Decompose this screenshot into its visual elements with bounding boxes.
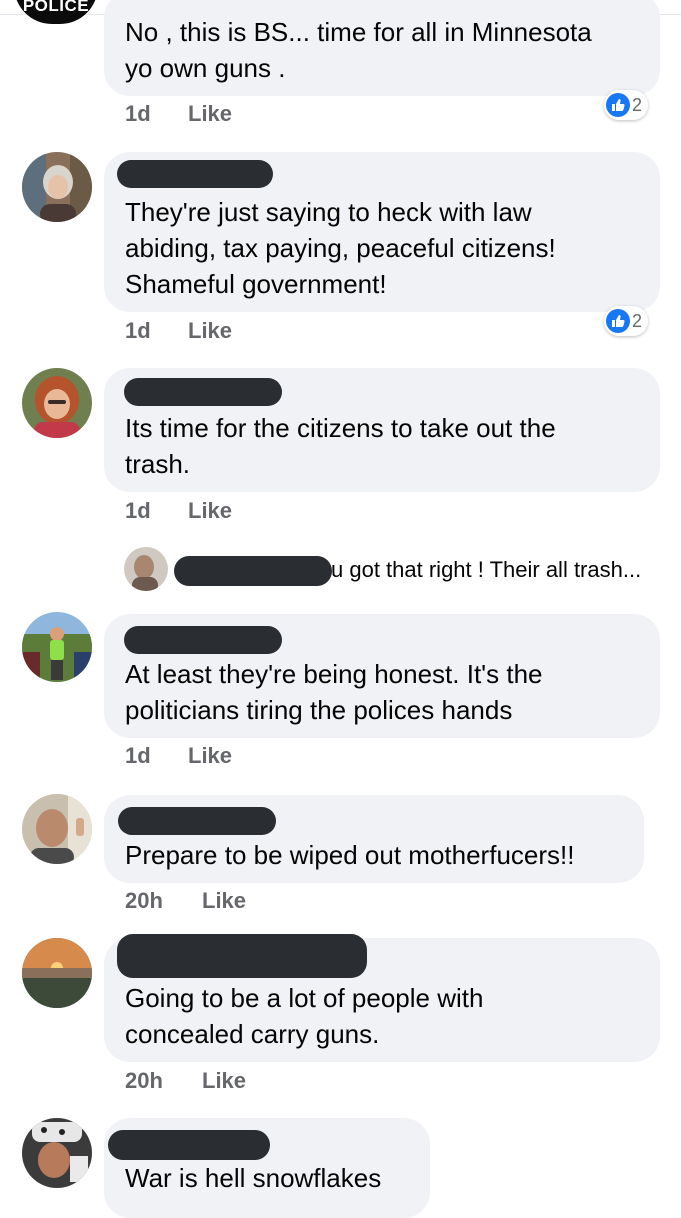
comment-text: Going to be a lot of people with conceal… — [125, 983, 484, 1049]
like-link[interactable]: Like — [188, 743, 232, 769]
comment-timestamp[interactable]: 20h — [125, 1068, 163, 1094]
comment-bubble[interactable]: Going to be a lot of people with conceal… — [104, 934, 660, 1062]
comment-bubble[interactable]: No , this is BS... time for all in Minne… — [104, 0, 660, 96]
comment-timestamp[interactable]: 1d — [125, 101, 151, 127]
reply-avatar[interactable] — [124, 547, 168, 591]
comment-timestamp[interactable]: 1d — [125, 318, 151, 344]
thumbs-up-icon — [606, 309, 630, 333]
avatar[interactable] — [22, 794, 92, 864]
comment-text: Prepare to be wiped out motherfucers!! — [125, 840, 575, 870]
comment-bubble[interactable]: War is hell snowflakes — [104, 1118, 430, 1218]
comment-timestamp[interactable]: 1d — [125, 743, 151, 769]
avatar[interactable] — [22, 1118, 92, 1188]
avatar[interactable] — [22, 938, 92, 1008]
like-link[interactable]: Like — [188, 101, 232, 127]
redacted-username — [117, 934, 367, 978]
comment-bubble[interactable]: Its time for the citizens to take out th… — [104, 368, 660, 492]
comment-bubble[interactable]: They're just saying to heck with law abi… — [104, 152, 660, 312]
avatar[interactable] — [22, 368, 92, 438]
redacted-username — [174, 556, 332, 586]
reaction-badge[interactable]: 2 — [604, 306, 649, 336]
avatar[interactable] — [22, 152, 92, 222]
comment-text: No , this is BS... time for all in Minne… — [125, 17, 592, 83]
reply-text: u got that right ! Their all trash... — [331, 557, 642, 582]
comment-text: They're just saying to heck with law abi… — [125, 197, 556, 299]
redacted-username — [124, 626, 282, 654]
comment-text: Its time for the citizens to take out th… — [125, 413, 556, 479]
reaction-count: 2 — [632, 310, 643, 331]
police-badge-avatar[interactable]: POLICE — [14, 0, 98, 24]
avatar[interactable] — [22, 612, 92, 682]
comment-timestamp[interactable]: 20h — [125, 888, 163, 914]
redacted-username — [124, 378, 282, 406]
comment-text: At least they're being honest. It's the … — [125, 659, 543, 725]
thumbs-up-icon — [606, 93, 630, 117]
reaction-count: 2 — [632, 94, 643, 115]
like-link[interactable]: Like — [188, 498, 232, 524]
like-link[interactable]: Like — [202, 888, 246, 914]
redacted-username — [117, 160, 273, 188]
comment-text: War is hell snowflakes — [125, 1163, 382, 1193]
redacted-username — [118, 807, 276, 835]
reaction-badge[interactable]: 2 — [604, 90, 649, 120]
comment-bubble[interactable]: At least they're being honest. It's the … — [104, 614, 660, 738]
comment-timestamp[interactable]: 1d — [125, 498, 151, 524]
redacted-username — [108, 1130, 270, 1160]
police-badge-text: POLICE — [22, 0, 90, 15]
comment-bubble[interactable]: Prepare to be wiped out motherfucers!! — [104, 795, 644, 883]
like-link[interactable]: Like — [202, 1068, 246, 1094]
like-link[interactable]: Like — [188, 318, 232, 344]
